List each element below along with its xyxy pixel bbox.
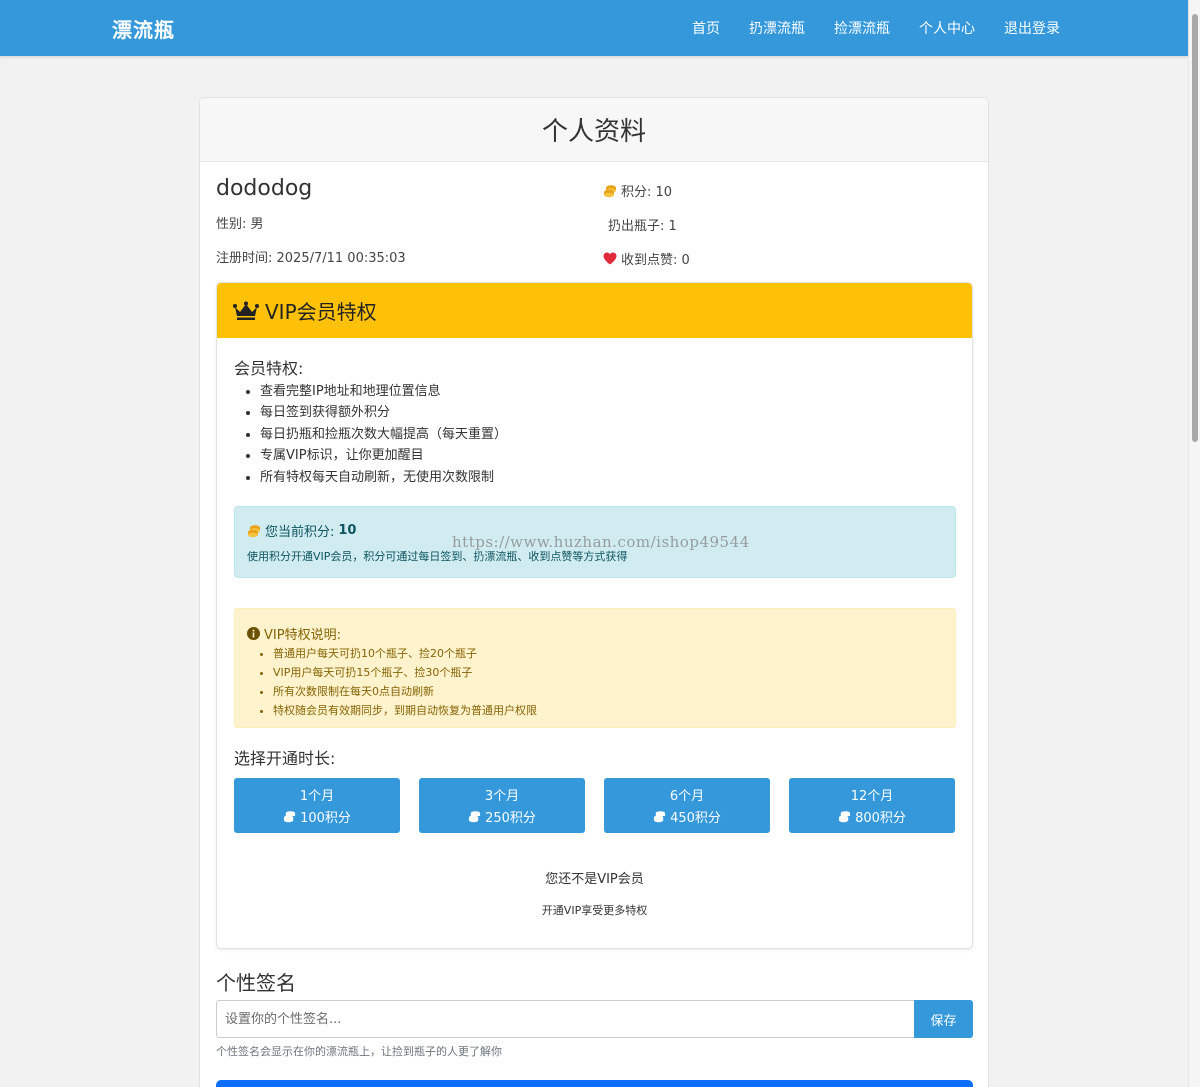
vip-status: 您还不是VIP会员 bbox=[545, 872, 644, 887]
nav-profile[interactable]: 个人中心 bbox=[919, 18, 975, 38]
vip-title: VIP会员特权 bbox=[265, 300, 377, 324]
list-item: 所有特权每天自动刷新，无使用次数限制 bbox=[260, 467, 507, 488]
signature-title: 个性签名 bbox=[216, 971, 296, 995]
plan-price: 450积分 bbox=[653, 807, 721, 826]
nav-logout[interactable]: 退出登录 bbox=[1004, 18, 1060, 38]
vip-header: VIP会员特权 bbox=[217, 283, 972, 338]
coins-icon bbox=[604, 184, 616, 197]
info-circle-icon bbox=[247, 627, 260, 640]
current-points-value: 10 bbox=[338, 523, 357, 538]
username: dododog bbox=[216, 176, 313, 201]
coins-icon bbox=[284, 811, 296, 823]
plan-options: 1个月 100积分 3个月 250积分 6个月 450积分 12个月 800积分 bbox=[234, 778, 955, 833]
plan-duration: 1个月 bbox=[299, 789, 335, 804]
coins-icon bbox=[248, 524, 260, 537]
list-item: 每日签到获得额外积分 bbox=[260, 402, 507, 423]
nav-home[interactable]: 首页 bbox=[692, 18, 720, 38]
list-item: 每日扔瓶和捡瓶次数大幅提高（每天重置） bbox=[260, 424, 507, 445]
bottles-stat: 扔出瓶子: 1 bbox=[608, 215, 677, 234]
likes-text: 收到点赞: 0 bbox=[621, 253, 690, 268]
profile-card: 个人资料 dododog 性别: 男 注册时间: 2025/7/11 00:35… bbox=[199, 97, 989, 1087]
plan-price: 100积分 bbox=[283, 807, 351, 826]
list-item: VIP用户每天可扔15个瓶子、捡30个瓶子 bbox=[273, 664, 537, 683]
plan-price: 250积分 bbox=[468, 807, 536, 826]
plan-duration: 12个月 bbox=[850, 789, 894, 804]
current-points-label: 您当前积分: bbox=[265, 525, 335, 540]
duration-title: 选择开通时长: bbox=[234, 749, 336, 768]
plan-price-text: 450积分 bbox=[670, 811, 721, 826]
list-item: 特权随会员有效期同步，到期自动恢复为普通用户权限 bbox=[273, 702, 537, 721]
navbar: 漂流瓶 首页 扔漂流瓶 捡漂流瓶 个人中心 退出登录 bbox=[0, 0, 1188, 56]
profile-info: dododog 性别: 男 注册时间: 2025/7/11 00:35:03 积… bbox=[200, 162, 988, 282]
coins-icon bbox=[839, 811, 851, 823]
signature-hint: 个性签名会显示在你的漂流瓶上，让捡到瓶子的人更了解你 bbox=[216, 1045, 502, 1058]
plan-price-text: 100积分 bbox=[300, 811, 351, 826]
notes-list: 普通用户每天可扔10个瓶子、捡20个瓶子 VIP用户每天可扔15个瓶子、捡30个… bbox=[273, 645, 537, 721]
nav-pick-bottle[interactable]: 捡漂流瓶 bbox=[834, 18, 890, 38]
plan-6-month-button[interactable]: 6个月 450积分 bbox=[604, 778, 770, 833]
list-item: 专属VIP标识，让你更加醒目 bbox=[260, 445, 507, 466]
privileges-title: 会员特权: bbox=[234, 359, 304, 378]
plan-price: 800积分 bbox=[838, 807, 906, 826]
bottles-text: 扔出瓶子: 1 bbox=[608, 219, 677, 234]
points-text: 积分: 10 bbox=[621, 185, 673, 200]
gender: 性别: 男 bbox=[216, 217, 264, 232]
scrollbar-thumb[interactable] bbox=[1192, 14, 1198, 442]
plan-1-month-button[interactable]: 1个月 100积分 bbox=[234, 778, 400, 833]
coins-icon bbox=[654, 811, 666, 823]
crown-icon bbox=[233, 301, 259, 320]
vip-notes-alert: VIP特权说明: 普通用户每天可扔10个瓶子、捡20个瓶子 VIP用户每天可扔1… bbox=[234, 608, 956, 728]
vip-status-hint: 开通VIP享受更多特权 bbox=[541, 904, 648, 917]
save-signature-button[interactable]: 保存 bbox=[914, 1000, 973, 1038]
notes-title-line: VIP特权说明: bbox=[247, 624, 341, 643]
plan-price-text: 250积分 bbox=[485, 811, 536, 826]
plan-12-month-button[interactable]: 12个月 800积分 bbox=[789, 778, 955, 833]
register-time: 注册时间: 2025/7/11 00:35:03 bbox=[216, 251, 406, 266]
plan-price-text: 800积分 bbox=[855, 811, 906, 826]
list-item: 所有次数限制在每天0点自动刷新 bbox=[273, 683, 537, 702]
nav-links: 首页 扔漂流瓶 捡漂流瓶 个人中心 退出登录 bbox=[692, 18, 1060, 38]
nav-throw-bottle[interactable]: 扔漂流瓶 bbox=[749, 18, 805, 38]
card-title: 个人资料 bbox=[200, 98, 988, 162]
coins-icon bbox=[469, 811, 481, 823]
likes-stat: 收到点赞: 0 bbox=[603, 249, 690, 268]
brand-logo[interactable]: 漂流瓶 bbox=[112, 14, 175, 43]
plan-duration: 6个月 bbox=[669, 789, 705, 804]
heart-icon bbox=[603, 252, 617, 265]
plan-duration: 3个月 bbox=[484, 789, 520, 804]
plan-3-month-button[interactable]: 3个月 250积分 bbox=[419, 778, 585, 833]
privileges-list: 查看完整IP地址和地理位置信息 每日签到获得额外积分 每日扔瓶和捡瓶次数大幅提高… bbox=[260, 381, 507, 488]
vip-card: VIP会员特权 会员特权: 查看完整IP地址和地理位置信息 每日签到获得额外积分… bbox=[216, 282, 973, 949]
points-stat: 积分: 10 bbox=[603, 181, 672, 200]
notes-title: VIP特权说明: bbox=[264, 628, 341, 643]
current-points-line: 您当前积分: 10 bbox=[247, 521, 356, 540]
signature-input[interactable] bbox=[216, 1000, 914, 1038]
page-scrollbar[interactable] bbox=[1188, 0, 1200, 1087]
watermark-text: https://www.huzhan.com/ishop49544 bbox=[452, 533, 750, 551]
list-item: 查看完整IP地址和地理位置信息 bbox=[260, 381, 507, 402]
next-section-header bbox=[216, 1080, 973, 1087]
list-item: 普通用户每天可扔10个瓶子、捡20个瓶子 bbox=[273, 645, 537, 664]
